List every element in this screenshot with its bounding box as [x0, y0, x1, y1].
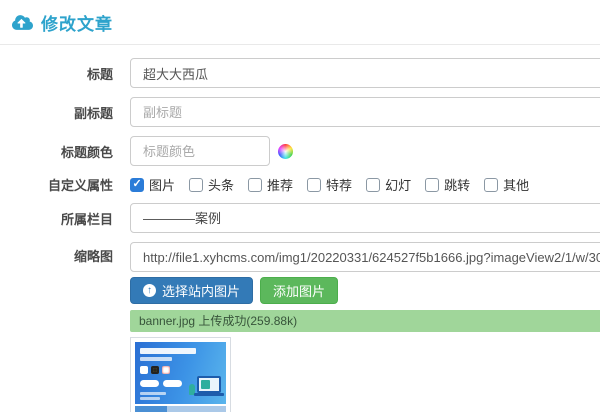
checkbox-input-4[interactable] [366, 178, 380, 192]
checkbox-label-1[interactable]: 头条 [208, 175, 234, 194]
title-color-label: 标题颜色 [0, 142, 130, 161]
checkbox-input-0[interactable] [130, 178, 144, 192]
checkbox-attr-1[interactable]: 头条 [189, 175, 234, 194]
category-select[interactable]: ————案例 [130, 203, 600, 233]
banner-laptop-base-graphic [194, 393, 224, 396]
page-header: 修改文章 [0, 0, 600, 45]
page-title: 修改文章 [41, 10, 113, 35]
checkbox-label-6[interactable]: 其他 [503, 175, 529, 194]
cloud-upload-icon [12, 14, 33, 31]
subtitle-input[interactable] [130, 97, 600, 127]
title-label: 标题 [0, 64, 130, 83]
subtitle-label: 副标题 [0, 103, 130, 122]
checkbox-label-2[interactable]: 推荐 [267, 175, 293, 194]
checkbox-label-5[interactable]: 跳转 [444, 175, 470, 194]
article-edit-form: 标题 副标题 标题颜色 自定义属性 图片 头条 [0, 45, 600, 412]
checkbox-input-2[interactable] [248, 178, 262, 192]
checkbox-attr-3[interactable]: 特荐 [307, 175, 352, 194]
banner-text-bar [140, 397, 160, 400]
add-image-button[interactable]: 添加图片 [260, 277, 338, 304]
circle-arrow-up-icon [143, 284, 156, 297]
checkbox-attr-6[interactable]: 其他 [484, 175, 529, 194]
banner-app-icons [140, 366, 170, 374]
category-label: 所属栏目 [0, 209, 130, 228]
upload-success-message: banner.jpg 上传成功(259.88k) [130, 310, 600, 332]
banner-laptop-graphic [197, 376, 221, 393]
checkbox-attr-0[interactable]: 图片 [130, 175, 175, 194]
banner-pill-buttons [140, 380, 182, 387]
attributes-label: 自定义属性 [0, 175, 130, 194]
thumbnail-url-input[interactable] [130, 242, 600, 272]
banner-text-bar [140, 357, 172, 361]
checkbox-label-4[interactable]: 幻灯 [385, 175, 411, 194]
thumbnail-label: 缩略图 [0, 242, 130, 272]
checkbox-attr-5[interactable]: 跳转 [425, 175, 470, 194]
checkbox-input-5[interactable] [425, 178, 439, 192]
checkbox-input-3[interactable] [307, 178, 321, 192]
checkbox-input-1[interactable] [189, 178, 203, 192]
title-input[interactable] [130, 58, 600, 88]
title-color-input[interactable] [130, 136, 270, 166]
thumbnail-preview[interactable]: 请填写说明 [130, 337, 231, 412]
banner-image-thumbnail[interactable] [135, 342, 226, 404]
color-picker-icon[interactable] [278, 144, 293, 159]
checkbox-label-0[interactable]: 图片 [149, 175, 175, 194]
select-site-image-label: 选择站内图片 [162, 281, 240, 300]
checkbox-input-6[interactable] [484, 178, 498, 192]
checkbox-attr-4[interactable]: 幻灯 [366, 175, 411, 194]
checkbox-attr-2[interactable]: 推荐 [248, 175, 293, 194]
checkbox-label-3[interactable]: 特荐 [326, 175, 352, 194]
select-site-image-button[interactable]: 选择站内图片 [130, 277, 253, 304]
banner-text-bar [140, 392, 166, 395]
image-toolbar-strip [135, 406, 226, 412]
banner-text-bar [140, 348, 196, 354]
